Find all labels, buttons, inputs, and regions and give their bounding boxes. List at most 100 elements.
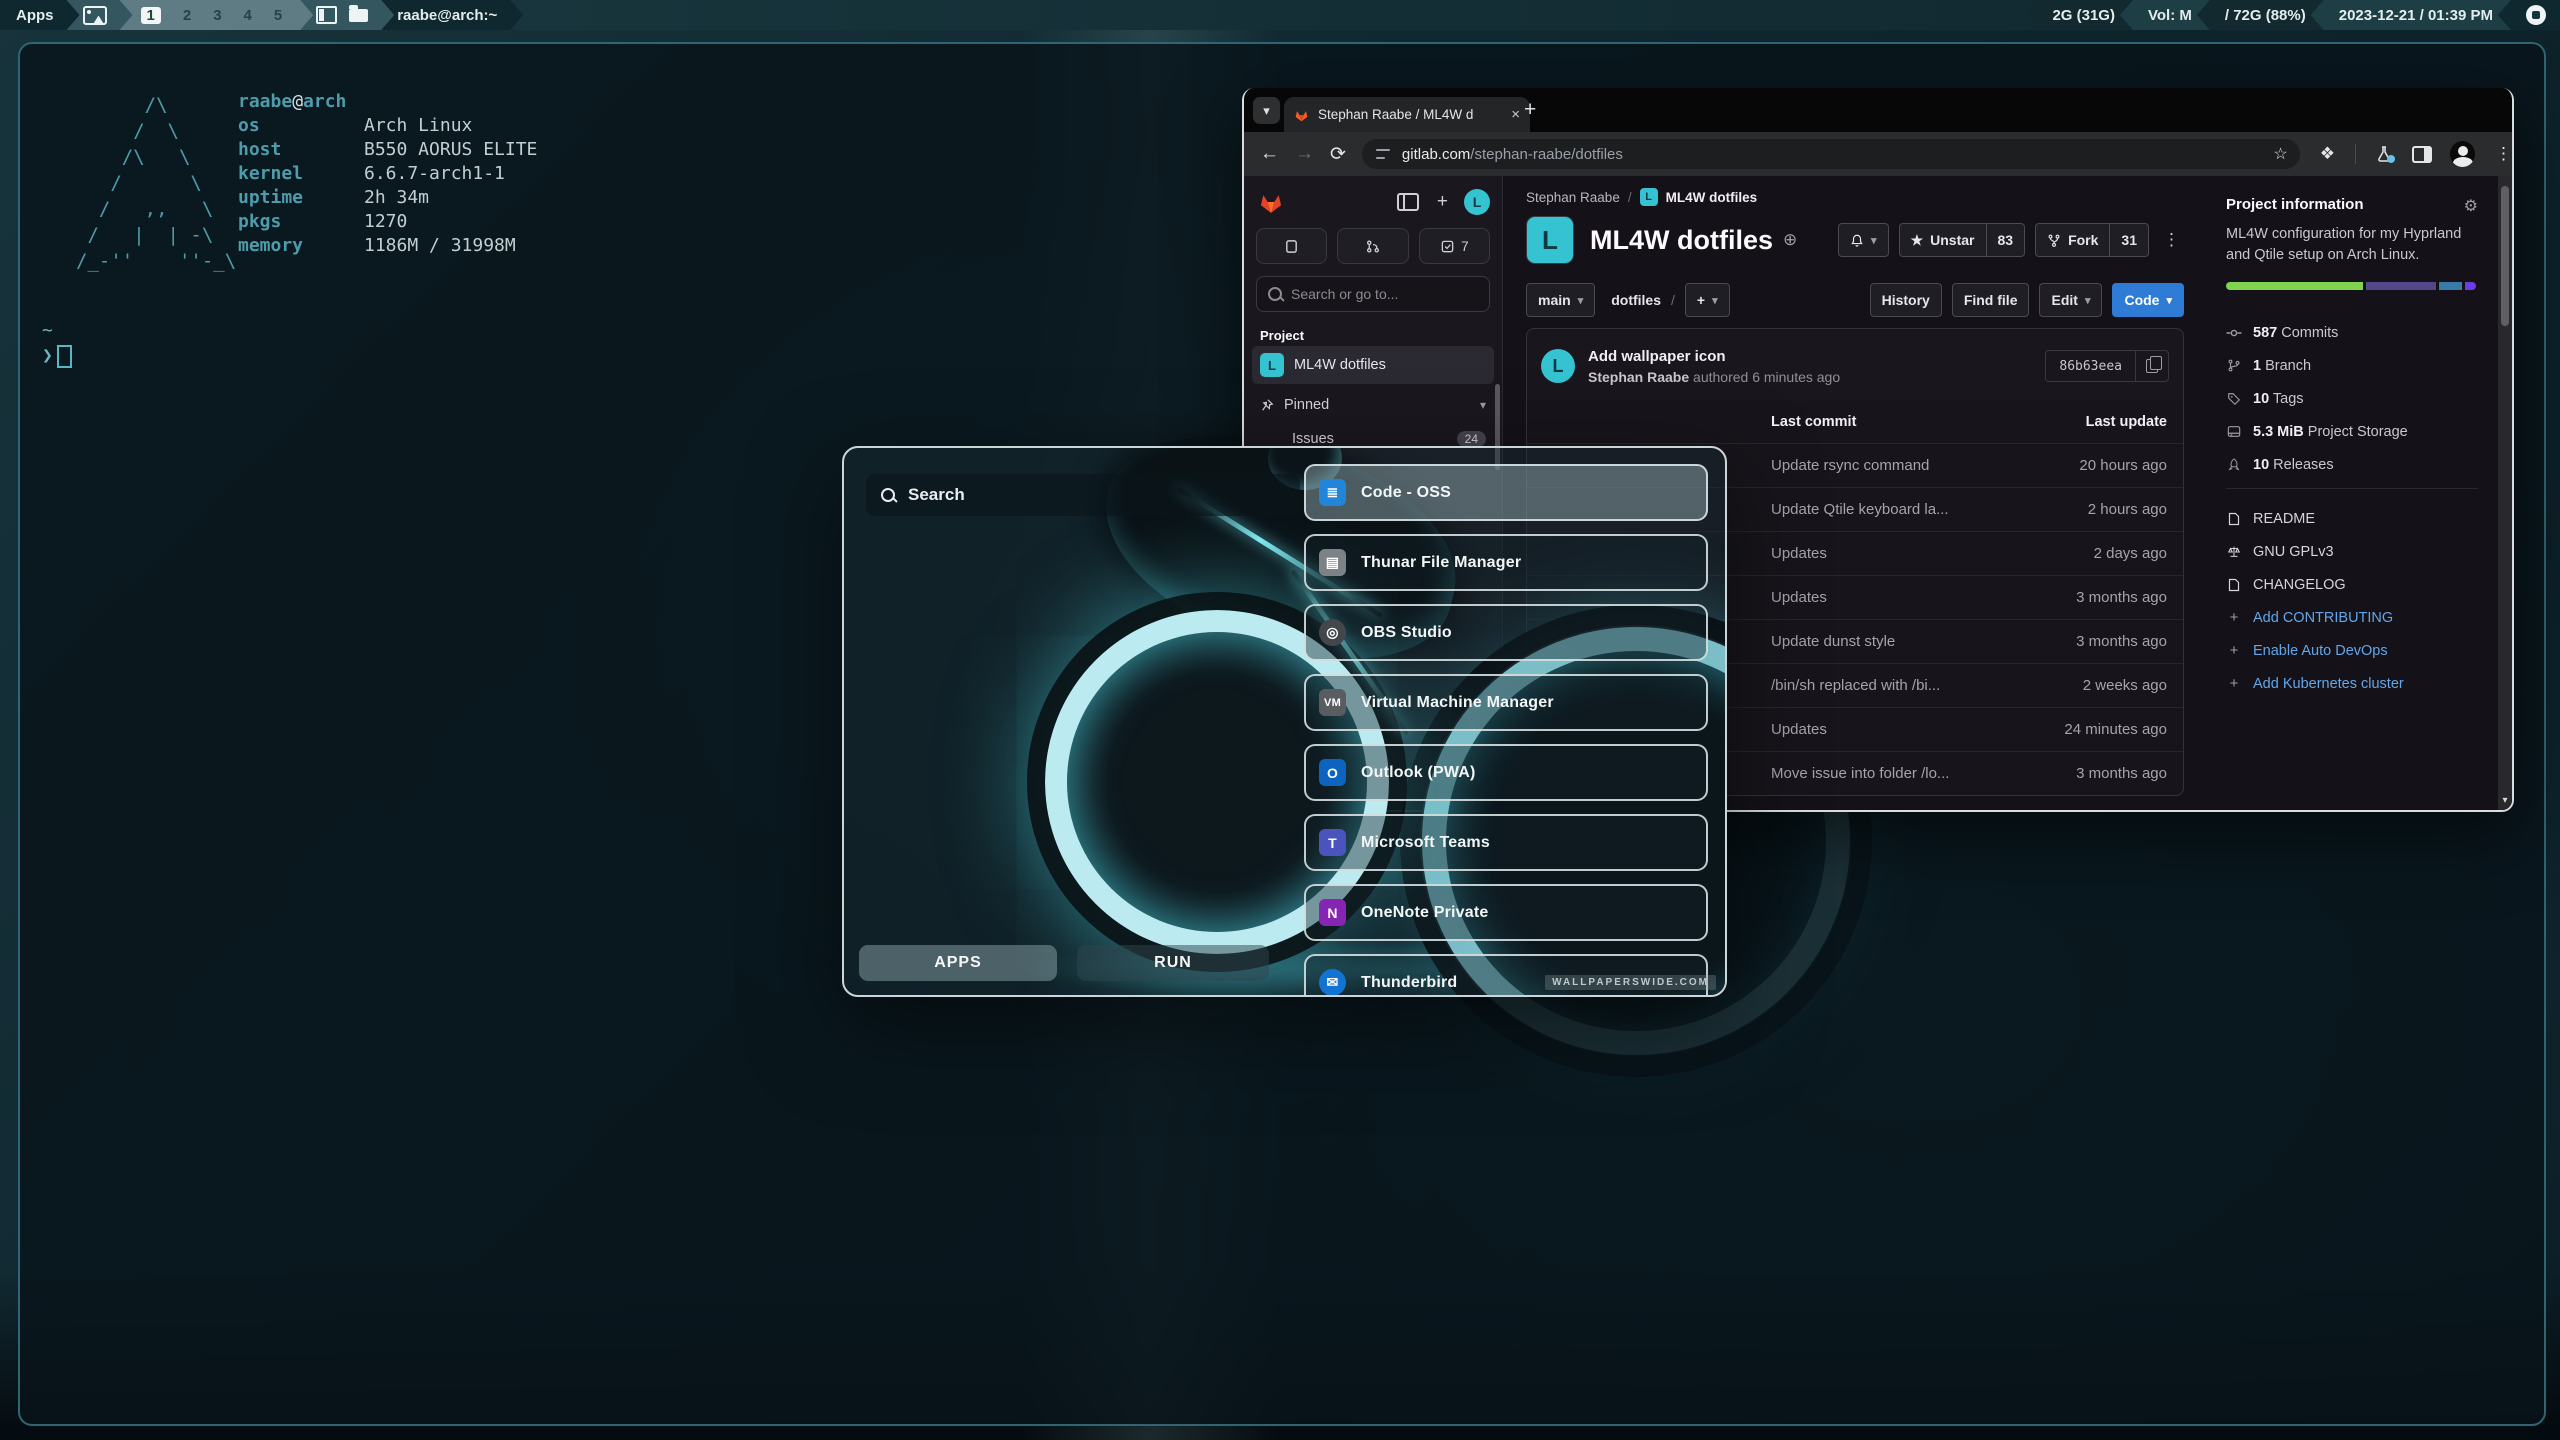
sidebar-toggle-icon[interactable] — [1397, 193, 1419, 211]
sidebar-merge-requests-button[interactable] — [1337, 228, 1408, 264]
workspace-2[interactable]: 2 — [183, 7, 191, 24]
address-bar[interactable]: gitlab.com/stephan-raabe/dotfiles ☆ — [1362, 139, 2300, 169]
tab-search-button[interactable]: ▾ — [1253, 97, 1280, 124]
launcher-item-teams[interactable]: T Microsoft Teams — [1304, 814, 1708, 871]
find-file-button[interactable]: Find file — [1952, 283, 2030, 317]
side-panel-icon[interactable] — [2412, 146, 2432, 163]
edit-button[interactable]: Edit ▾ — [2039, 283, 2102, 317]
branch-selector[interactable]: main ▾ — [1526, 283, 1595, 317]
tab-close-icon[interactable]: × — [1511, 106, 1520, 123]
gitlab-search-input[interactable]: Search or go to... — [1256, 276, 1490, 312]
launcher-item-virtual-machine-manager[interactable]: VM Virtual Machine Manager — [1304, 674, 1708, 731]
launcher-item-thunar[interactable]: ▤ Thunar File Manager — [1304, 534, 1708, 591]
breadcrumb-owner[interactable]: Stephan Raabe — [1526, 190, 1620, 205]
unstar-button[interactable]: ★ Unstar 83 — [1899, 223, 2026, 257]
user-project-avatar[interactable]: L — [1464, 189, 1490, 215]
shell-prompt[interactable]: ~ ❯ — [42, 318, 72, 368]
readme-link[interactable]: README — [2226, 502, 2478, 535]
add-file-button[interactable]: + ▾ — [1685, 283, 1730, 317]
star-count[interactable]: 83 — [1986, 224, 2014, 256]
license-link[interactable]: GNU GPLv3 — [2226, 535, 2478, 568]
apps-menu-button[interactable]: Apps — [0, 0, 80, 30]
add-kubernetes-link[interactable]: + Add Kubernetes cluster — [2226, 667, 2478, 700]
stat-releases[interactable]: 10 Releases — [2226, 448, 2478, 481]
stat-branches[interactable]: 1 Branch — [2226, 349, 2478, 382]
site-info-icon[interactable] — [1376, 149, 1390, 159]
network-status[interactable]: 2G (31G) — [2024, 0, 2133, 30]
disk-status[interactable]: / 72G (88%) — [2197, 0, 2324, 30]
power-button[interactable] — [2498, 0, 2560, 30]
changelog-link[interactable]: CHANGELOG — [2226, 568, 2478, 601]
language-bar[interactable] — [2226, 282, 2476, 290]
back-icon[interactable]: ← — [1260, 143, 1279, 165]
experiments-flask-icon[interactable] — [2376, 146, 2392, 162]
fork-button[interactable]: Fork 31 — [2035, 223, 2149, 257]
profile-avatar[interactable] — [2450, 141, 2475, 167]
thunderbird-icon: ✉ — [1319, 969, 1346, 996]
last-commit-card[interactable]: L Add wallpaper icon Stephan Raabe autho… — [1526, 328, 2184, 404]
fetch-title: raabe@arch — [238, 90, 537, 114]
stat-commits[interactable]: 587 Commits — [2226, 316, 2478, 349]
sidebar-item-pinned[interactable]: Pinned ▾ — [1252, 388, 1494, 422]
sidebar-issues-button[interactable] — [1256, 228, 1327, 264]
workspace-3[interactable]: 3 — [213, 7, 221, 24]
add-contributing-link[interactable]: + Add CONTRIBUTING — [2226, 601, 2478, 634]
create-new-icon[interactable]: + — [1437, 191, 1448, 213]
browser-tab[interactable]: Stephan Raabe / ML4W d × — [1284, 97, 1530, 132]
scrollbar-down-arrow[interactable]: ▾ — [2498, 795, 2512, 806]
new-tab-button[interactable]: + — [1524, 98, 1536, 122]
gear-icon[interactable]: ⚙ — [2464, 196, 2478, 216]
breadcrumb-project[interactable]: ML4W dotfiles — [1666, 190, 1758, 205]
workspace-1[interactable]: 1 — [141, 7, 161, 24]
history-button[interactable]: History — [1870, 283, 1942, 317]
launcher-item-outlook[interactable]: O Outlook (PWA) — [1304, 744, 1708, 801]
bookmark-star-icon[interactable]: ☆ — [2273, 144, 2287, 164]
extensions-icon[interactable]: ❖ — [2320, 144, 2335, 164]
teams-icon: T — [1319, 829, 1346, 856]
launcher-item-onenote[interactable]: N OneNote Private — [1304, 884, 1708, 941]
search-placeholder: Search or go to... — [1291, 286, 1398, 302]
sidebar-item-project[interactable]: L ML4W dotfiles — [1252, 346, 1494, 384]
sidebar-todos-button[interactable]: 7 — [1419, 228, 1490, 264]
clock[interactable]: 2023-12-21 / 01:39 PM — [2311, 0, 2511, 30]
code-button[interactable]: Code ▾ — [2112, 283, 2184, 317]
fetch-row-os: osArch Linux — [238, 114, 537, 138]
launcher-search-input[interactable]: Search — [866, 474, 1300, 516]
workspace-5[interactable]: 5 — [274, 7, 282, 24]
app-launcher[interactable]: Search ≣ Code - OSS ▤ Thunar File Manage… — [842, 446, 1727, 997]
layout-buttons[interactable] — [300, 0, 394, 30]
virt-manager-icon: VM — [1319, 689, 1346, 716]
outlook-icon: O — [1319, 759, 1346, 786]
enable-auto-devops-link[interactable]: + Enable Auto DevOps — [2226, 634, 2478, 667]
language-segment — [2366, 282, 2436, 290]
plus-icon: + — [2226, 609, 2242, 626]
launcher-item-obs-studio[interactable]: ◎ OBS Studio — [1304, 604, 1708, 661]
workspace-switcher[interactable]: 1 2 3 4 5 — [120, 0, 314, 30]
onenote-icon: N — [1319, 899, 1346, 926]
notifications-button[interactable]: ▾ — [1838, 223, 1889, 257]
chevron-down-icon: ▾ — [2166, 294, 2172, 307]
project-description: ML4W configuration for my Hyprland and Q… — [2226, 224, 2476, 266]
copy-sha-button[interactable] — [2136, 350, 2169, 382]
workspace-4[interactable]: 4 — [244, 7, 252, 24]
launcher-tab-run[interactable]: RUN — [1077, 945, 1269, 981]
project-menu-kebab-icon[interactable]: ⋮ — [2159, 230, 2184, 250]
url-text: gitlab.com/stephan-raabe/dotfiles — [1402, 146, 1623, 163]
fork-count[interactable]: 31 — [2109, 224, 2137, 256]
pin-icon — [1260, 398, 1274, 412]
scrollbar-thumb[interactable] — [2501, 186, 2509, 326]
forward-icon[interactable]: → — [1295, 143, 1314, 165]
browser-menu-kebab-icon[interactable]: ⋮ — [2495, 144, 2512, 164]
launcher-item-code-oss[interactable]: ≣ Code - OSS — [1304, 464, 1708, 521]
chevron-down-icon: ▾ — [1263, 103, 1270, 119]
repo-path[interactable]: dotfiles — [1611, 292, 1661, 308]
commit-author[interactable]: Stephan Raabe — [1588, 369, 1689, 385]
arch-ascii-logo: /\ / \ /\ \ / \ / ,, \ / | | -\ /_-'' ''… — [76, 92, 236, 274]
volume-status[interactable]: Vol: M — [2120, 0, 2210, 30]
page-scrollbar[interactable]: ▾ — [2498, 176, 2512, 810]
launcher-tab-apps[interactable]: APPS — [859, 945, 1057, 981]
commit-message[interactable]: Add wallpaper icon — [1588, 348, 1840, 365]
reload-icon[interactable]: ⟳ — [1330, 143, 1346, 166]
stat-storage[interactable]: 5.3 MiB Project Storage — [2226, 415, 2478, 448]
stat-tags[interactable]: 10 Tags — [2226, 382, 2478, 415]
